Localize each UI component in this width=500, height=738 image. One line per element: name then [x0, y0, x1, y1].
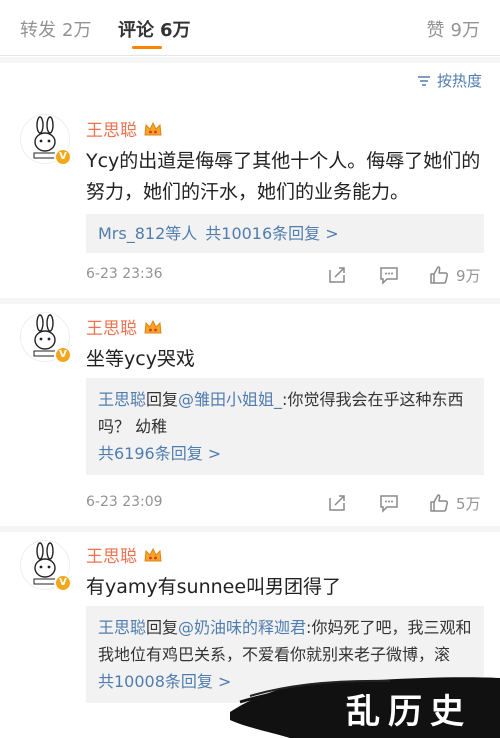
- watermark-text: 乱历史: [346, 692, 472, 732]
- reply-mention[interactable]: @雏田小姐姐_: [178, 390, 282, 409]
- comment-tabs: 转发 2万 评论 6万 赞 9万: [0, 0, 500, 56]
- vip-crown-icon: [144, 547, 162, 561]
- tab-like-count: 9万: [450, 20, 480, 41]
- tab-like-label: 赞: [426, 20, 445, 41]
- reply-author[interactable]: 王思聪: [98, 618, 146, 637]
- thumbs-up-icon: [430, 266, 449, 284]
- vip-crown-icon: [144, 319, 162, 333]
- like-button[interactable]: 5万: [428, 492, 481, 514]
- share-icon[interactable]: [326, 264, 350, 288]
- comment-username[interactable]: 王思聪: [86, 314, 137, 339]
- verified-badge-icon: V: [54, 346, 72, 364]
- tab-like[interactable]: 赞 9万: [427, 16, 480, 42]
- comment-time: 6-23 23:09: [86, 494, 163, 510]
- reply-mention[interactable]: @奶油味的释迦君: [178, 618, 306, 637]
- tab-repost-count: 2万: [62, 20, 92, 41]
- reply-summary[interactable]: Mrs_812等人 共10016条回复 >: [86, 214, 484, 253]
- comment-item: V 王思聪 坐等ycy哭戏 王思聪回复@雏田小姐姐_:你觉得我会在乎这种东西吗？…: [0, 312, 500, 522]
- like-button[interactable]: 9万: [428, 264, 481, 286]
- reply-users[interactable]: Mrs_812等人: [98, 224, 197, 243]
- reply-icon[interactable]: [378, 264, 402, 288]
- view-replies-link[interactable]: 共6196条回复 >: [98, 440, 472, 467]
- comment-divider: [0, 526, 500, 532]
- reply-preview[interactable]: 王思聪回复@雏田小姐姐_:你觉得我会在乎这种东西吗？ 幼稚 共6196条回复 >: [86, 378, 484, 475]
- share-icon[interactable]: [326, 492, 350, 516]
- tab-comment-count: 6万: [160, 20, 191, 41]
- reply-verb: 回复: [146, 390, 179, 409]
- tab-gap: [0, 57, 500, 63]
- comment-username[interactable]: 王思聪: [86, 542, 137, 567]
- reply-line: 王思聪回复@奶油味的释迦君:你妈死了吧，我三观和我地位有鸡巴关系，不爱看你就别来…: [98, 614, 472, 668]
- tab-comment-label: 评论: [118, 20, 154, 41]
- comment-time: 6-23 23:36: [86, 266, 163, 282]
- sort-icon: [417, 74, 431, 88]
- comment-text: 有yamy有sunnee叫男团得了: [86, 576, 342, 598]
- reply-line: 王思聪回复@雏田小姐姐_:你觉得我会在乎这种东西吗？ 幼稚: [98, 386, 472, 440]
- comment-text: Ycy的出道是侮辱了其他十个人。侮辱了她们的努力，她们的汗水，她们的业务能力。: [86, 150, 481, 203]
- comment-username[interactable]: 王思聪: [86, 116, 137, 141]
- site-watermark: 乱历史: [230, 672, 500, 738]
- like-count: 9万: [456, 266, 481, 285]
- vip-crown-icon: [144, 121, 162, 135]
- verified-badge-icon: V: [54, 574, 72, 592]
- reply-author[interactable]: 王思聪: [98, 390, 146, 409]
- thumbs-up-icon: [430, 494, 449, 512]
- comment-text: 坐等ycy哭戏: [86, 348, 195, 370]
- tab-comment[interactable]: 评论 6万: [118, 16, 191, 42]
- tab-repost-label: 转发: [20, 20, 56, 41]
- comment-divider: [0, 298, 500, 304]
- view-replies-link[interactable]: 共10016条回复 >: [205, 224, 338, 243]
- sort-by-heat-button[interactable]: 按热度: [417, 70, 482, 91]
- reply-icon[interactable]: [378, 492, 402, 516]
- tab-repost[interactable]: 转发 2万: [20, 16, 91, 42]
- reply-verb: 回复: [146, 618, 179, 637]
- comment-item: V 王思聪 Ycy的出道是侮辱了其他十个人。侮辱了她们的努力，她们的汗水，她们的…: [0, 114, 500, 294]
- comment-meta: 6-23 23:36 9万: [86, 264, 486, 288]
- verified-badge-icon: V: [54, 148, 72, 166]
- comment-meta: 6-23 23:09 5万: [86, 492, 486, 516]
- active-tab-indicator: [132, 46, 162, 49]
- sort-label: 按热度: [436, 72, 482, 90]
- like-count: 5万: [456, 494, 481, 513]
